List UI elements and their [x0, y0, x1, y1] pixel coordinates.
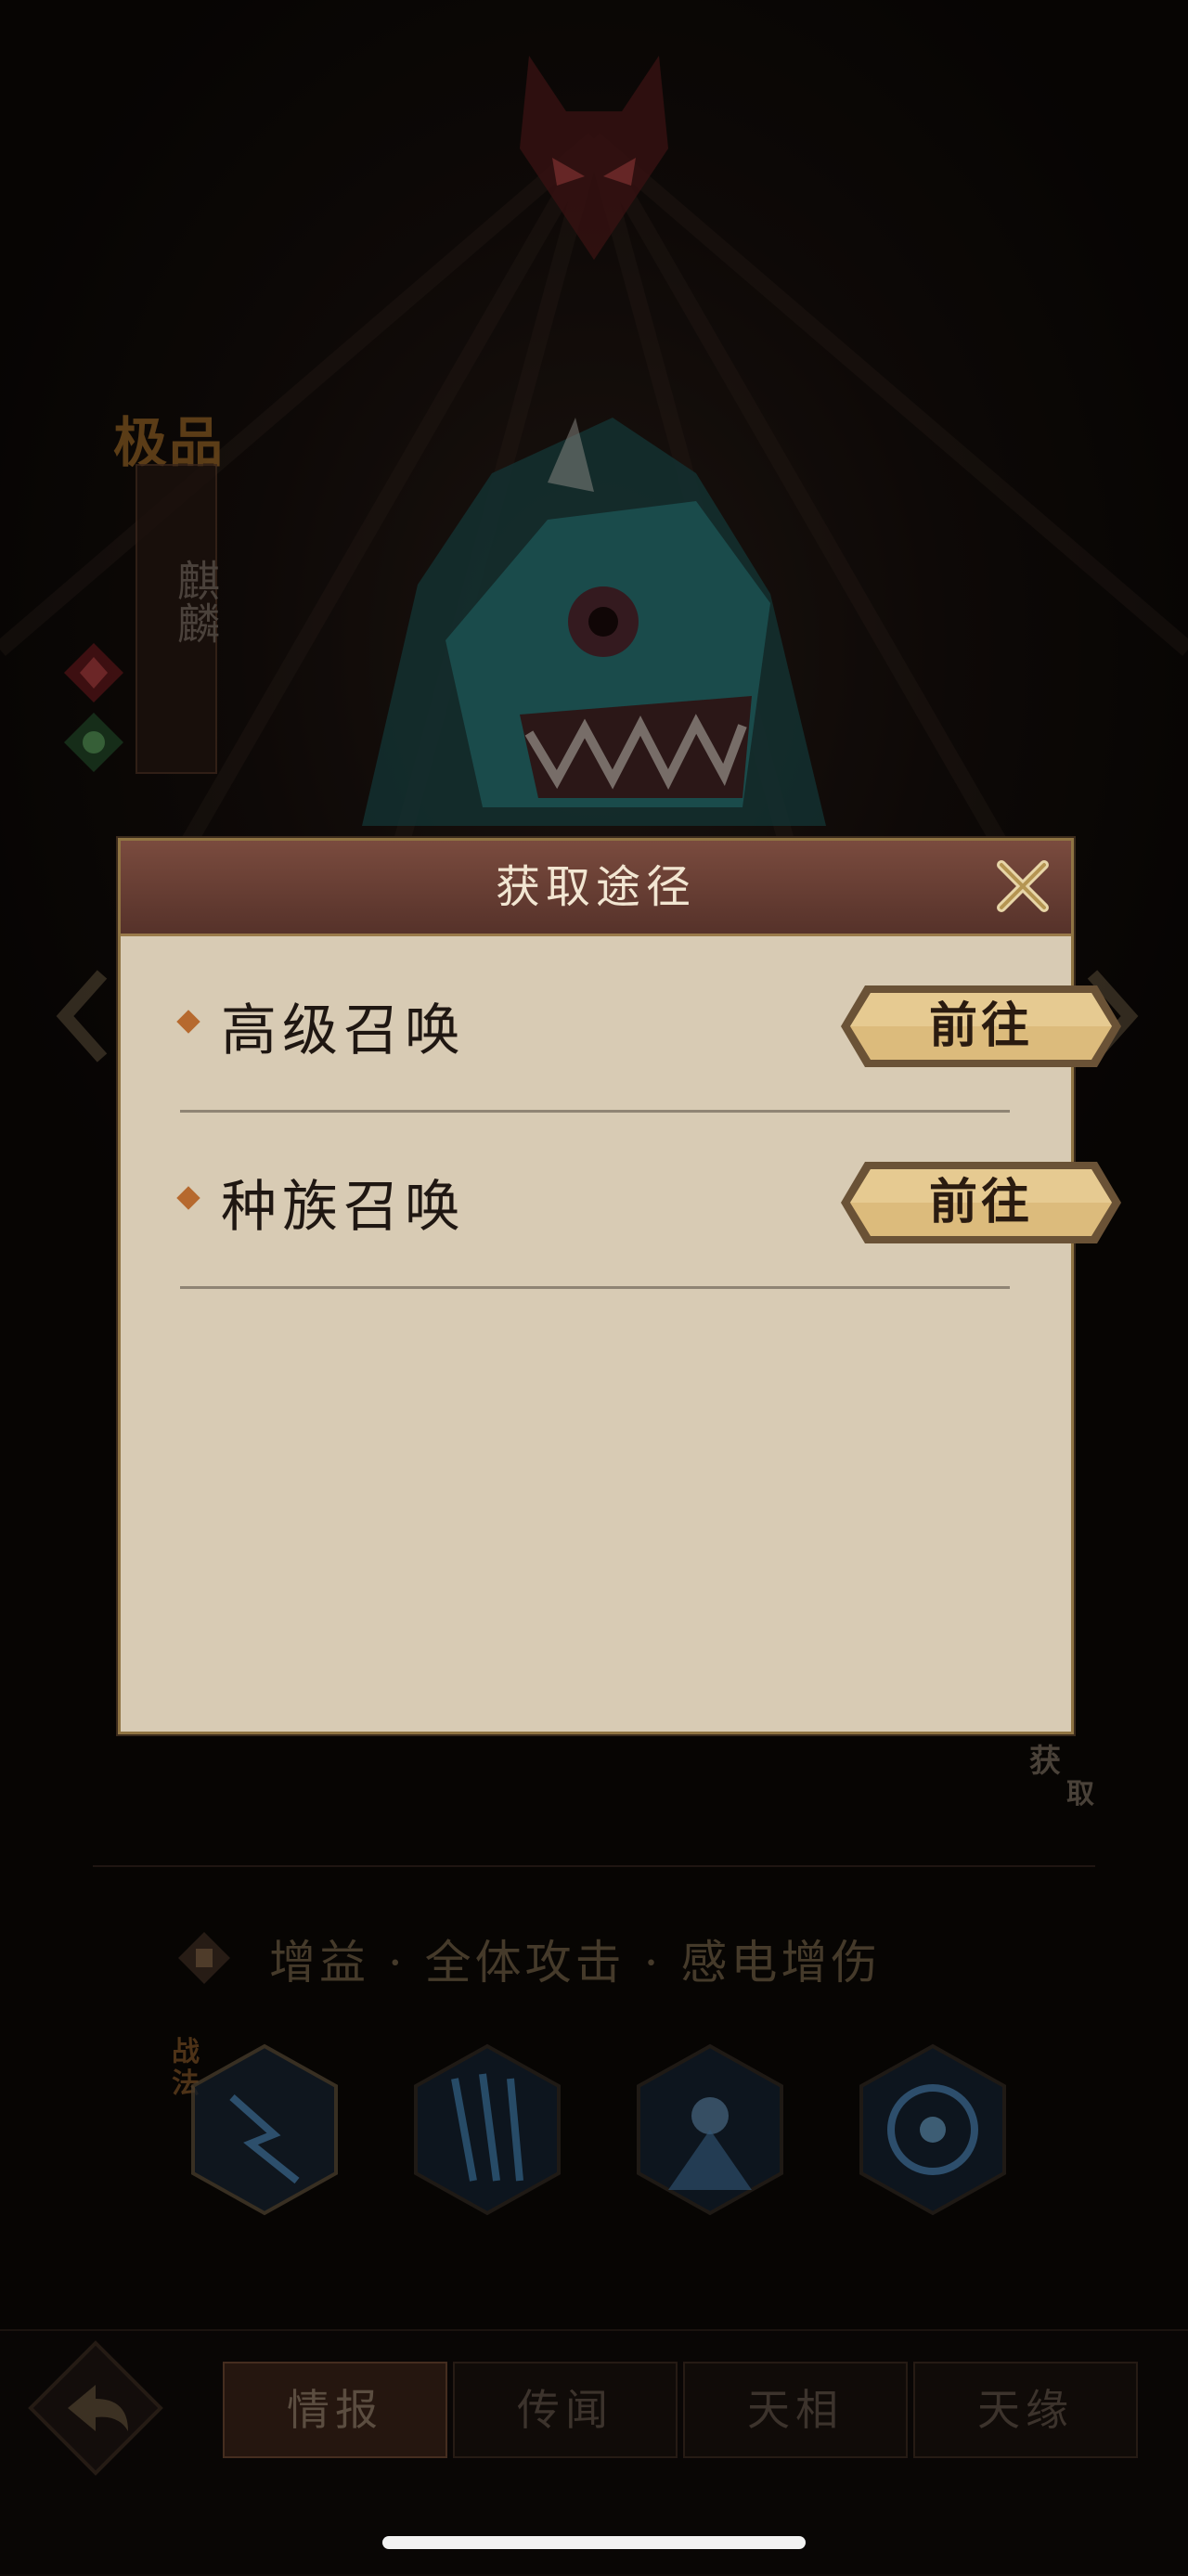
- acquisition-dialog: 获取途径 高级召唤 前往 种族召唤 前往: [118, 838, 1121, 1734]
- bullet-diamond-icon: [176, 1186, 200, 1210]
- acquire-source-label: 种族召唤: [221, 1175, 466, 1240]
- dialog-header: 获取途径: [121, 841, 1071, 936]
- acquire-row-advanced-summon: 高级召唤 前往: [176, 934, 1121, 1113]
- bullet-diamond-icon: [176, 1010, 200, 1034]
- acquire-source-label: 高级召唤: [221, 998, 466, 1063]
- home-indicator[interactable]: [382, 2536, 806, 2549]
- go-button-advanced-summon[interactable]: 前往: [837, 982, 1125, 1071]
- close-icon[interactable]: [992, 856, 1053, 917]
- acquire-row-race-summon: 种族召唤 前往: [176, 1110, 1121, 1289]
- go-button-race-summon[interactable]: 前往: [837, 1158, 1125, 1247]
- go-button-label: 前往: [928, 1174, 1033, 1230]
- dialog-title: 获取途径: [495, 861, 696, 913]
- go-button-label: 前往: [928, 998, 1033, 1054]
